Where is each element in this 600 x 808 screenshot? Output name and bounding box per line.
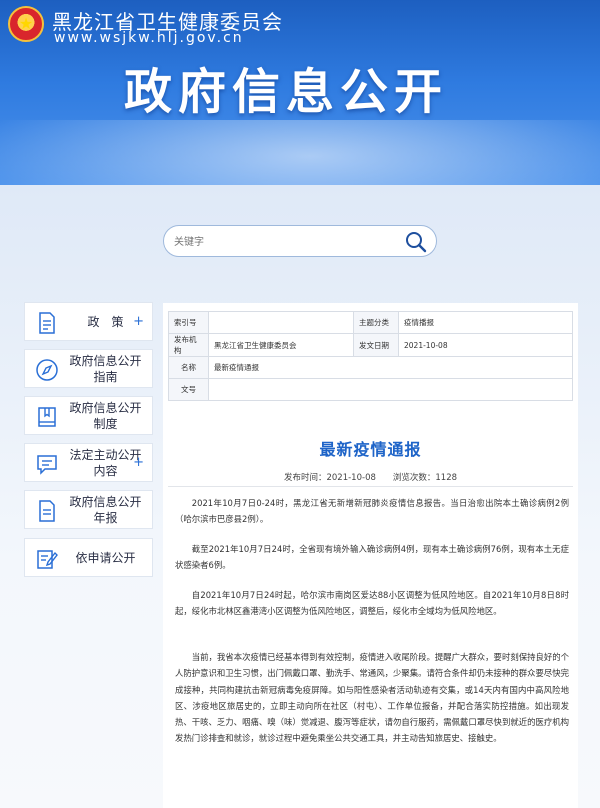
meta-value: 2021-10-08	[398, 333, 573, 357]
table-row: 文号	[168, 378, 573, 401]
sidebar-item-guide[interactable]: 政府信息公开指南	[24, 349, 153, 388]
article-title: 最新疫情通报	[319, 440, 422, 459]
sidebar-item-label: 法定主动公开内容	[69, 447, 142, 478]
book-icon	[38, 407, 56, 427]
meta-key: 文号	[168, 378, 209, 401]
meta-value: 最新疫情通报	[208, 356, 573, 379]
table-row: 名称 最新疫情通报	[168, 356, 573, 379]
sidebar-item-annual-report[interactable]: 政府信息公开年报	[24, 490, 153, 529]
meta-value	[208, 378, 573, 401]
meta-value	[208, 311, 354, 334]
chat-list-icon	[37, 455, 57, 475]
site-url[interactable]: www.wsjkw.hlj.gov.cn	[54, 30, 244, 46]
meta-key: 发文日期	[353, 333, 399, 357]
national-emblem-icon	[8, 6, 44, 42]
sidebar-item-label: 政府信息公开指南	[69, 353, 142, 384]
article-paragraph: 2021年10月7日0-24时，黑龙江省无新增新冠肺炎疫情信息报告。当日治愈出院…	[175, 498, 569, 525]
meta-table: 索引号 主题分类 疫情播报 发布机构 黑龙江省卫生健康委员会 发文日期 2021…	[168, 311, 573, 401]
publish-info: 发布时间：2021-10-08 浏览次数：1128	[283, 473, 458, 483]
expand-plus-icon[interactable]: +	[133, 314, 144, 329]
page-title: 政府信息公开	[124, 64, 449, 120]
banner-glow	[0, 120, 600, 185]
sidebar-item-application[interactable]: 依申请公开	[24, 538, 153, 577]
meta-value: 黑龙江省卫生健康委员会	[208, 333, 354, 357]
sidebar-item-proactive[interactable]: 法定主动公开内容 +	[24, 443, 153, 482]
divider	[168, 486, 573, 487]
document-icon	[39, 312, 55, 334]
meta-key: 发布机构	[168, 333, 209, 357]
header-banner: 黑龙江省卫生健康委员会 www.wsjkw.hlj.gov.cn 政府信息公开	[0, 0, 600, 185]
table-row: 发布机构 黑龙江省卫生健康委员会 发文日期 2021-10-08	[168, 333, 573, 357]
sidebar-item-label: 政府信息公开年报	[69, 494, 142, 525]
compass-icon	[36, 359, 58, 381]
article-paragraph: 截至2021年10月7日24时，全省现有境外输入确诊病例4例，现有本土确诊病例7…	[175, 544, 569, 571]
search-icon[interactable]	[404, 230, 428, 254]
meta-key: 名称	[168, 356, 209, 379]
sidebar-item-system[interactable]: 政府信息公开制度	[24, 396, 153, 435]
meta-value: 疫情播报	[398, 311, 573, 334]
meta-key: 索引号	[168, 311, 209, 334]
sidebar-item-policy[interactable]: 政 策 +	[24, 302, 153, 341]
expand-plus-icon[interactable]: +	[133, 455, 144, 470]
sidebar-item-label: 政府信息公开制度	[69, 400, 142, 431]
search-input[interactable]	[174, 232, 394, 252]
application-icon	[37, 550, 58, 569]
search-bar	[163, 225, 437, 257]
article-paragraph: 当前，我省本次疫情已经基本得到有效控制，疫情进入收尾阶段。提醒广大群众，要时刻保…	[175, 652, 569, 744]
report-icon	[39, 500, 55, 522]
sidebar-item-label: 依申请公开	[75, 550, 136, 565]
table-row: 索引号 主题分类 疫情播报	[168, 311, 573, 334]
meta-key: 主题分类	[353, 311, 399, 334]
article-paragraph: 自2021年10月7日24时起，哈尔滨市南岗区爱达88小区调整为低风险地区。自2…	[175, 590, 569, 617]
article-panel: 索引号 主题分类 疫情播报 发布机构 黑龙江省卫生健康委员会 发文日期 2021…	[163, 303, 578, 808]
sidebar-item-label: 政 策	[87, 314, 124, 329]
